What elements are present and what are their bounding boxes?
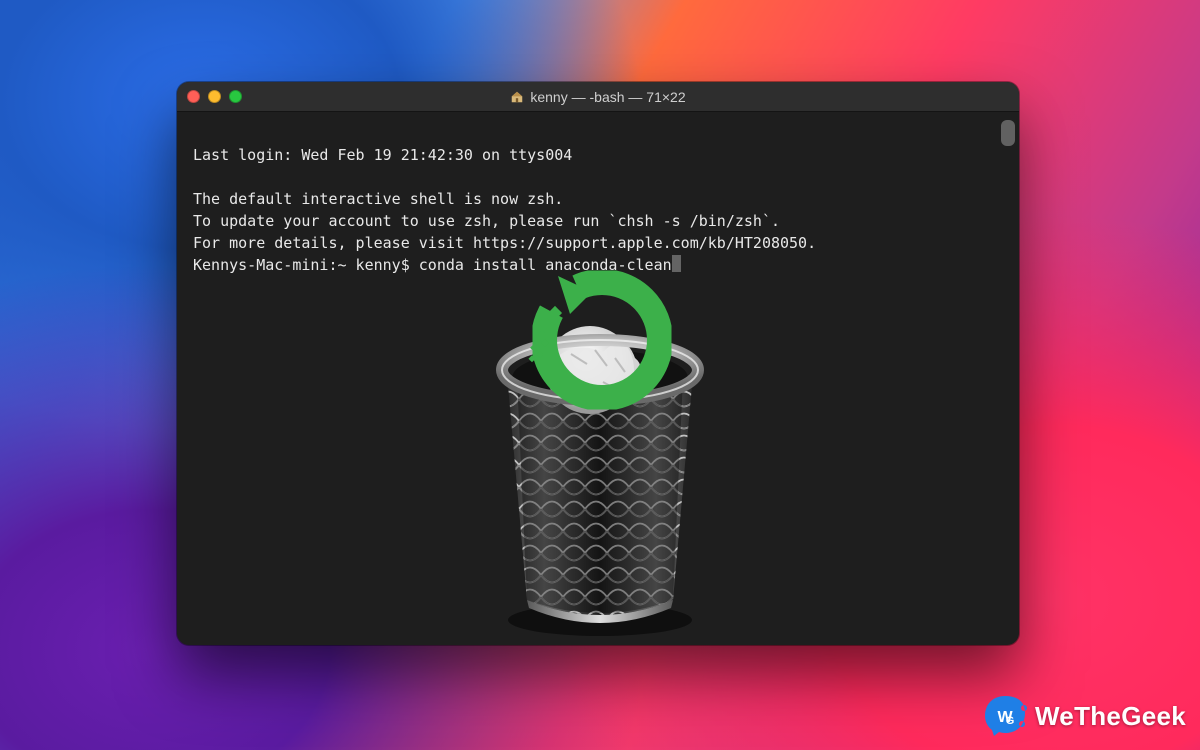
terminal-command: conda install anaconda-clean: [419, 256, 672, 274]
watermark: W G WeTheGeek: [983, 694, 1186, 738]
terminal-line: The default interactive shell is now zsh…: [193, 190, 563, 208]
terminal-window[interactable]: kenny — -bash — 71×22 Last login: Wed Fe…: [177, 82, 1019, 645]
window-titlebar[interactable]: kenny — -bash — 71×22: [177, 82, 1019, 112]
terminal-line: To update your account to use zsh, pleas…: [193, 212, 780, 230]
zoom-icon[interactable]: [229, 90, 242, 103]
window-title-text: kenny — -bash — 71×22: [530, 89, 685, 105]
close-icon[interactable]: [187, 90, 200, 103]
home-icon: [510, 90, 524, 104]
terminal-line: For more details, please visit https://s…: [193, 234, 816, 252]
terminal-line: Last login: Wed Feb 19 21:42:30 on ttys0…: [193, 146, 572, 164]
watermark-badge-icon: W G: [983, 694, 1027, 738]
terminal-prompt: Kennys-Mac-mini:~ kenny$: [193, 256, 419, 274]
scrollbar-thumb[interactable]: [1001, 120, 1015, 146]
traffic-lights: [187, 90, 242, 103]
terminal-output[interactable]: Last login: Wed Feb 19 21:42:30 on ttys0…: [177, 112, 1019, 645]
minimize-icon[interactable]: [208, 90, 221, 103]
svg-text:G: G: [1006, 715, 1015, 727]
terminal-cursor: [672, 255, 681, 272]
watermark-text: WeTheGeek: [1035, 701, 1186, 732]
window-title: kenny — -bash — 71×22: [177, 89, 1019, 105]
